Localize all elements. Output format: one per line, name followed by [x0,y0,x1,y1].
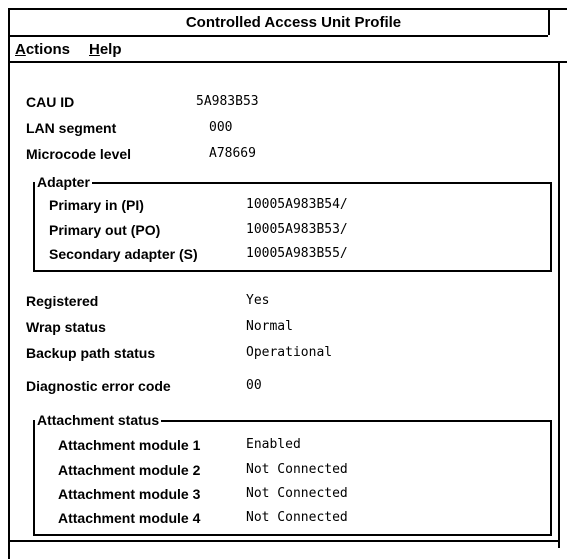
menu-help[interactable]: Help [89,41,122,58]
maximize-button[interactable] [548,10,567,35]
wrap-status-value: Normal [246,319,293,334]
attachment-module-3-value: Not Connected [246,486,348,501]
attachment-module-3-label: Attachment module 3 [58,486,201,502]
cau-profile-window: Controlled Access Unit Profile Actions H… [0,0,567,559]
lan-segment-value: 000 [209,120,233,135]
attachment-module-2-label: Attachment module 2 [58,462,201,478]
menu-help-label: elp [99,41,122,58]
secondary-adapter-value: 10005A983B55/ [246,246,348,261]
menu-actions-mnemonic: A [15,41,26,58]
window-title: Controlled Access Unit Profile [185,14,402,31]
attachment-module-4-label: Attachment module 4 [58,510,201,526]
registered-label: Registered [26,293,99,309]
menu-help-mnemonic: H [89,41,100,58]
backup-path-status-label: Backup path status [26,345,156,361]
window-bottom-border [10,540,558,542]
cau-id-value: 5A983B53 [196,94,259,109]
registered-value: Yes [246,293,270,308]
primary-out-value: 10005A983B53/ [246,222,348,237]
diagnostic-error-code-value: 00 [246,378,262,393]
primary-out-label: Primary out (PO) [49,222,161,238]
lan-segment-label: LAN segment [26,120,117,136]
menu-actions[interactable]: Actions [15,41,70,58]
attachment-module-4-value: Not Connected [246,510,348,525]
attachment-module-1-label: Attachment module 1 [58,437,201,453]
attachment-module-1-value: Enabled [246,437,301,452]
menu-actions-label: ctions [25,41,71,58]
attachment-module-2-value: Not Connected [246,462,348,477]
microcode-level-label: Microcode level [26,146,132,162]
microcode-level-value: A78669 [209,146,256,161]
secondary-adapter-label: Secondary adapter (S) [49,246,198,262]
attachment-status-legend: Attachment status [35,412,162,428]
menu-bar: Actions Help [10,37,567,63]
adapter-group-legend: Adapter [35,174,92,190]
window-right-border [558,63,560,548]
primary-in-value: 10005A983B54/ [246,197,348,212]
diagnostic-error-code-label: Diagnostic error code [26,378,171,394]
backup-path-status-value: Operational [246,345,333,360]
primary-in-label: Primary in (PI) [49,197,144,213]
wrap-status-label: Wrap status [26,319,106,335]
cau-id-label: CAU ID [26,94,75,110]
